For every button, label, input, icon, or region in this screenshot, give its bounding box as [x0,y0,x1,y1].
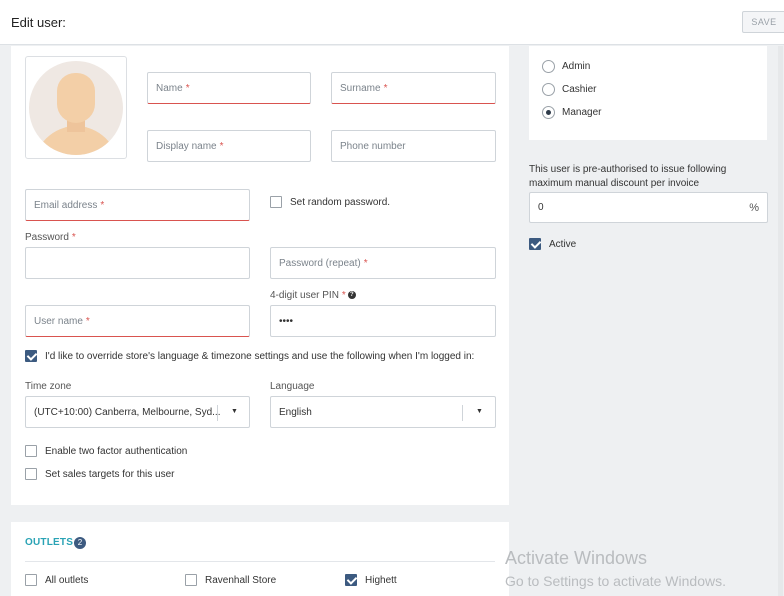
two-factor-label: Enable two factor authentication [45,446,188,457]
outlet-checkbox-highett[interactable] [345,574,357,586]
outlet-label-ravenhall: Ravenhall Store [205,575,277,586]
avatar [29,60,123,155]
avatar-upload[interactable] [25,56,127,159]
override-settings-label: I'd like to override store's language & … [45,351,475,362]
help-icon[interactable]: ? [347,291,356,300]
language-select[interactable]: English ▼ [270,396,496,428]
role-radio-cashier[interactable] [542,83,555,96]
outlet-checkbox-all[interactable] [25,574,37,586]
discount-description: This user is pre-authorised to issue fol… [529,164,727,189]
role-radio-admin[interactable] [542,60,555,73]
timezone-label: Time zone [25,381,72,392]
name-field[interactable]: Name * [147,72,311,104]
outlets-divider [25,561,495,562]
discount-field[interactable]: 0 % [529,192,768,223]
sales-targets-checkbox[interactable] [25,468,37,480]
outlet-label-highett: Highett [365,575,397,586]
role-label-admin: Admin [562,61,591,72]
phone-field[interactable]: Phone number [331,130,496,162]
outlet-checkbox-ravenhall[interactable] [185,574,197,586]
email-field[interactable]: Email address * [25,189,250,221]
role-label-manager: Manager [562,107,602,118]
password-label: Password * [25,232,76,243]
role-radio-manager[interactable] [542,106,555,119]
top-bar: Edit user: SAVE [0,0,784,45]
timezone-select[interactable]: (UTC+10:00) Canberra, Melbourne, Syd... … [25,396,250,428]
outlet-label-all: All outlets [45,575,89,586]
override-settings-checkbox[interactable] [25,350,37,362]
random-password-label: Set random password. [290,197,391,208]
username-field[interactable]: User name * [25,305,250,337]
language-label: Language [270,381,315,392]
surname-field[interactable]: Surname * [331,72,496,104]
pin-label: 4-digit user PIN *? [270,290,356,301]
active-checkbox[interactable] [529,238,541,250]
activate-windows-title: Activate Windows [505,548,648,568]
chevron-down-icon: ▼ [476,408,483,415]
activate-windows-subtitle: Go to Settings to activate Windows. [505,573,726,589]
percent-unit: % [749,202,759,214]
page-title: Edit user: [11,15,66,30]
outlets-count-badge: 2 [74,537,86,549]
random-password-checkbox[interactable] [270,196,282,208]
role-label-cashier: Cashier [562,84,597,95]
sales-targets-label: Set sales targets for this user [45,469,175,480]
two-factor-checkbox[interactable] [25,445,37,457]
password-repeat-field[interactable]: Password (repeat) * [270,247,496,279]
chevron-down-icon: ▼ [231,408,238,415]
scrollbar[interactable] [778,46,783,596]
active-label: Active [549,239,577,250]
pin-field[interactable]: •••• [270,305,496,337]
save-button[interactable]: SAVE [742,11,784,33]
display-name-field[interactable]: Display name * [147,130,311,162]
outlets-title: OUTLETS [25,537,74,548]
password-field[interactable] [25,247,250,279]
